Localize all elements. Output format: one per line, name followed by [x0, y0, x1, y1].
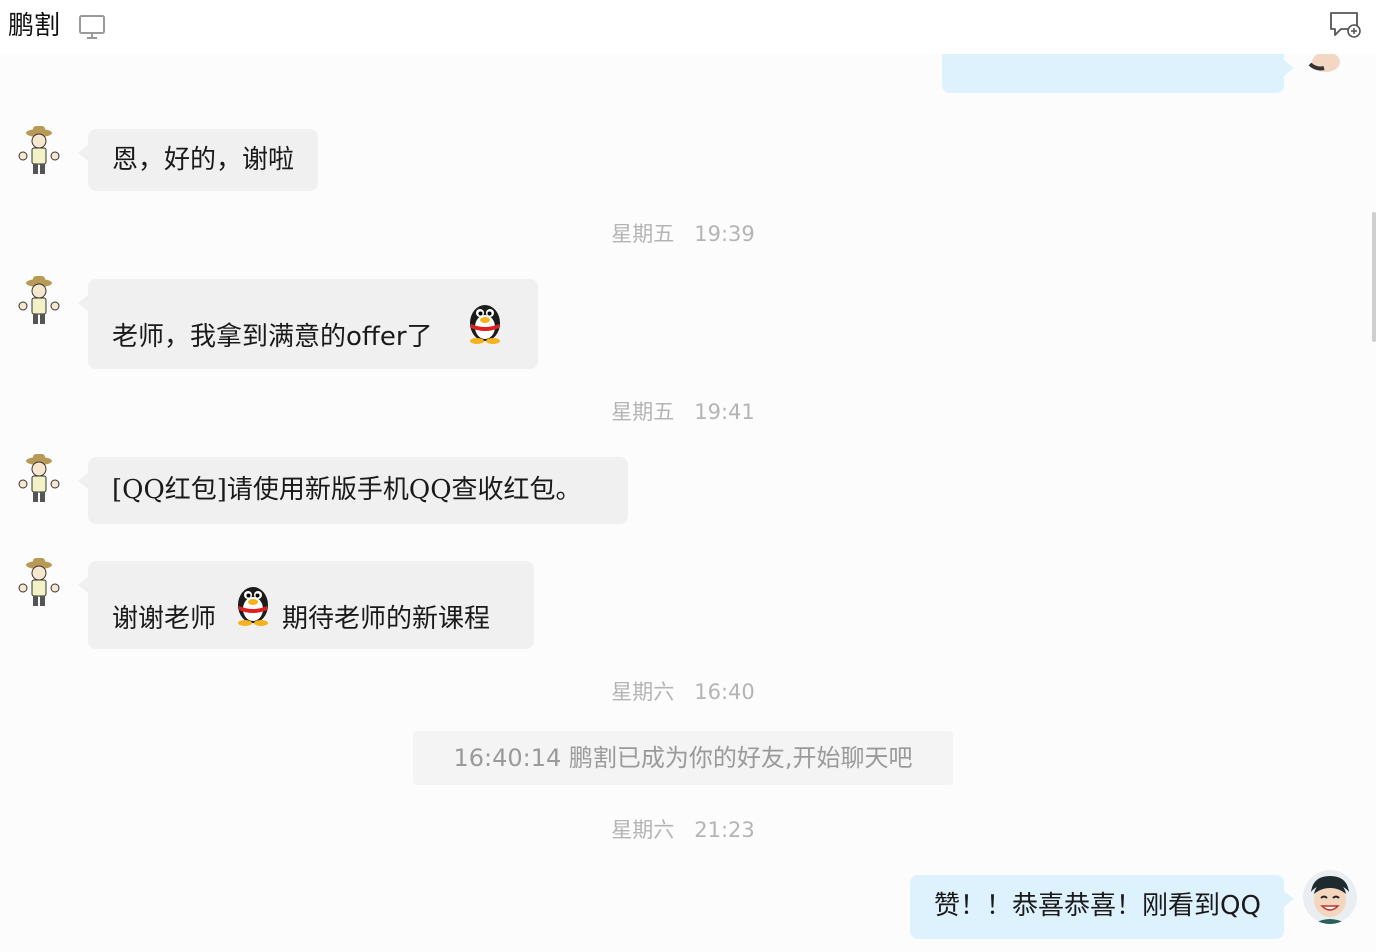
- message-bubble-incoming[interactable]: 老师，我拿到满意的offer了: [78, 279, 538, 369]
- message-text: [QQ红包]请使用新版手机QQ查收红包。: [112, 475, 582, 505]
- contact-avatar[interactable]: [16, 274, 62, 328]
- timestamp: 星期六 21:23: [611, 818, 755, 842]
- qq-penguin-icon: [230, 579, 276, 627]
- message-bubble-incoming[interactable]: 谢谢老师 期待老师的新课程: [78, 561, 534, 649]
- contact-avatar[interactable]: [16, 452, 62, 506]
- qq-penguin-icon: [462, 297, 508, 345]
- scrollbar[interactable]: [1372, 212, 1376, 342]
- my-avatar[interactable]: [1303, 870, 1357, 924]
- message-text: 恩，好的，谢啦: [112, 145, 295, 175]
- message-bubble-incoming[interactable]: [QQ红包]请使用新版手机QQ查收红包。: [78, 457, 628, 524]
- timestamp: 星期五 19:41: [611, 400, 755, 424]
- new-chat-icon[interactable]: [1328, 10, 1362, 40]
- message-text-before: 谢谢老师: [112, 604, 217, 634]
- message-text: 老师，我拿到满意的offer了: [112, 322, 433, 352]
- contact-name[interactable]: 鹏割: [8, 9, 60, 43]
- chat-history: 恩，好的，谢啦 星期五 19:39 老师，我拿到满意的offer了 星期五 19…: [0, 0, 1376, 952]
- system-notice: 16:40:14 鹏割已成为你的好友,开始聊天吧: [413, 731, 953, 785]
- timestamp: 星期五 19:39: [611, 222, 755, 246]
- message-bubble-incoming[interactable]: 恩，好的，谢啦: [77, 129, 319, 191]
- timestamp: 星期六 16:40: [611, 680, 755, 704]
- message-text-after: 期待老师的新课程: [282, 604, 491, 634]
- message-bubble-outgoing[interactable]: 赞！！恭喜恭喜！刚看到QQ: [910, 875, 1294, 939]
- contact-avatar[interactable]: [16, 556, 62, 610]
- chat-header: 鹏割: [0, 0, 1376, 54]
- monitor-icon[interactable]: [78, 13, 106, 41]
- message-text: 赞！！恭喜恭喜！刚看到QQ: [934, 891, 1261, 921]
- contact-avatar[interactable]: [16, 124, 62, 178]
